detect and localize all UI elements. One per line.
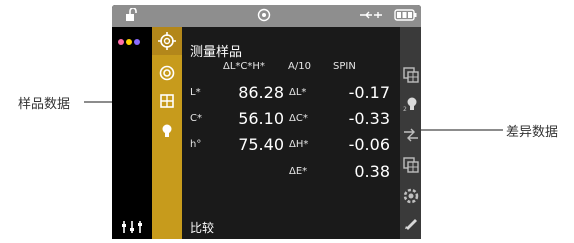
diff-value-dc: -0.33	[348, 109, 390, 128]
header-illuminant: A/10	[288, 61, 311, 72]
sample-label-c: C*	[190, 113, 202, 124]
diff-value-dh: -0.06	[348, 135, 390, 154]
header-mode: SPIN	[333, 61, 356, 72]
bulb-icon[interactable]: 2	[402, 95, 420, 118]
left-rail	[112, 27, 152, 239]
page-title: 测量样品	[190, 45, 243, 60]
copy-grid-icon[interactable]	[402, 67, 420, 88]
difference-data-callout-label: 差异数据	[506, 125, 559, 140]
battery-icon	[394, 8, 418, 27]
right-rail: 2	[400, 27, 421, 239]
bulb-icon[interactable]	[152, 123, 182, 143]
status-bar	[112, 5, 421, 27]
target-icon[interactable]	[152, 65, 182, 85]
sample-value-h: 75.40	[238, 135, 284, 154]
settings-sliders-icon[interactable]	[121, 219, 143, 238]
diff-label-de: ΔE*	[289, 166, 308, 177]
device-screen: 测量样品 ΔL*C*H* A/10 SPIN L* 86.28 C* 56.10…	[112, 5, 421, 239]
grid-icon[interactable]	[402, 157, 420, 178]
header-color-space: ΔL*C*H*	[223, 61, 265, 72]
sample-label-l: L*	[190, 87, 201, 98]
diff-value-dl: -0.17	[348, 83, 390, 102]
compare-label[interactable]: 比较	[190, 219, 214, 236]
diff-label-dh: ΔH*	[289, 139, 309, 150]
sample-data-callout-label: 样品数据	[18, 97, 71, 112]
arrows-icon[interactable]	[402, 127, 420, 148]
mode-rail	[152, 27, 182, 239]
usb-icon	[358, 8, 384, 27]
crosshair-tab[interactable]	[152, 27, 182, 55]
gear-icon[interactable]	[402, 187, 420, 210]
difference-data-arrow-line	[415, 129, 503, 131]
diff-label-dl: ΔL*	[289, 87, 307, 98]
sample-value-l: 86.28	[238, 83, 284, 102]
crosshair-icon	[152, 32, 182, 54]
more-dots-icon[interactable]	[118, 39, 146, 47]
diff-label-dc: ΔC*	[289, 113, 308, 124]
lock-icon	[124, 7, 140, 27]
target-icon	[257, 8, 271, 27]
diff-value-de: 0.38	[354, 162, 390, 181]
pencil-icon[interactable]	[402, 215, 420, 236]
sample-value-c: 56.10	[238, 109, 284, 128]
sample-label-h: h°	[190, 139, 202, 150]
svg-text:2: 2	[403, 106, 407, 113]
measurement-panel: 测量样品 ΔL*C*H* A/10 SPIN L* 86.28 C* 56.10…	[182, 27, 400, 239]
grid-icon[interactable]	[152, 93, 182, 113]
